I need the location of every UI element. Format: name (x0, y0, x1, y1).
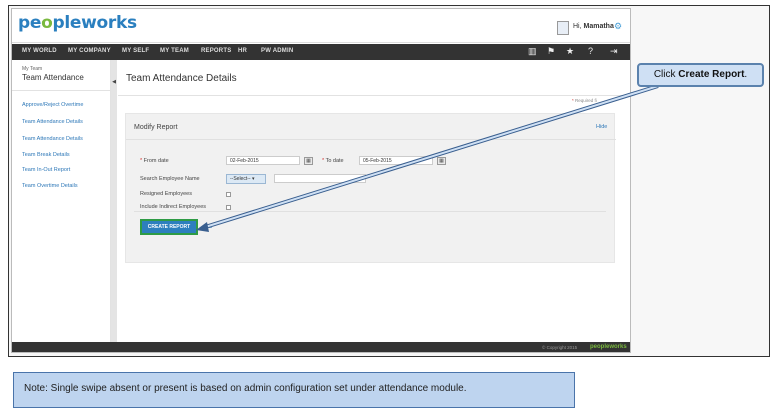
page-title: Team Attendance Details (126, 73, 237, 84)
sidebar-collapse-strip[interactable] (111, 60, 117, 352)
copyright-text: © Copyright 2015 (542, 345, 578, 350)
employee-select-value: --Select-- (230, 176, 251, 182)
from-date-label-text: From date (143, 158, 169, 164)
instruction-callout: Click Create Report. (637, 63, 764, 87)
sidebar-item-team-in-out-report[interactable]: Team In-Out Report (22, 167, 70, 173)
greeting-prefix: Hi, (573, 23, 584, 30)
callout-suffix: . (744, 69, 748, 80)
resigned-employees-checkbox[interactable] (226, 192, 231, 197)
main-nav: MY WORLD MY COMPANY MY SELF MY TEAM REPO… (12, 44, 630, 60)
required-note-text: Required fi (575, 98, 597, 103)
include-indirect-checkbox[interactable] (226, 205, 231, 210)
sidebar-title: Team Attendance (22, 73, 84, 82)
logo-text-prefix: pe (18, 13, 42, 33)
nav-pw-admin[interactable]: PW ADMIN (261, 48, 293, 54)
help-icon[interactable]: ? (588, 46, 593, 56)
footer: © Copyright 2015 peopleworks (12, 342, 630, 352)
user-name: Mamatha (583, 23, 614, 30)
pin-icon[interactable]: ⚑ (547, 46, 555, 57)
sidebar-item-team-attendance-details-2[interactable]: Team Attendance Details (22, 136, 83, 142)
nav-reports[interactable]: REPORTS (201, 48, 231, 54)
user-greeting: Hi, Mamatha (573, 23, 614, 30)
to-date-label-text: To date (325, 158, 344, 164)
nav-my-company[interactable]: MY COMPANY (68, 48, 111, 54)
peopleworks-logo[interactable]: peopleworks (18, 13, 137, 33)
star-icon[interactable]: ★ (566, 46, 574, 57)
to-date-label: * To date (322, 158, 344, 164)
nav-hr[interactable]: HR (238, 48, 247, 54)
panel-title: Modify Report (134, 124, 178, 131)
top-header: peopleworks Hi, Mamatha ⚙ (12, 9, 630, 43)
calendar-icon[interactable]: ▦ (304, 157, 313, 165)
logo-text-o: o (41, 13, 53, 33)
avatar[interactable] (557, 21, 569, 35)
required-fields-note: * Required fi (572, 98, 597, 103)
sidebar-divider (12, 90, 111, 91)
note-box: Note: Single swipe absent or present is … (13, 372, 575, 408)
nav-my-self[interactable]: MY SELF (122, 48, 149, 54)
search-employee-input[interactable] (274, 174, 366, 183)
settings-icon[interactable]: ⚙ (614, 21, 622, 32)
sidebar-section-label: My Team (22, 66, 43, 72)
create-report-button[interactable]: CREATE REPORT (140, 219, 198, 235)
nav-my-world[interactable]: MY WORLD (22, 48, 57, 54)
title-divider (118, 95, 630, 96)
book-icon[interactable]: ▥ (528, 46, 537, 57)
logout-icon[interactable]: ⇥ (610, 46, 618, 57)
hide-link[interactable]: Hide (596, 124, 607, 130)
nav-my-team[interactable]: MY TEAM (160, 48, 189, 54)
panel-divider-bottom (134, 211, 606, 212)
footer-logo: peopleworks (590, 344, 627, 350)
sidebar: My Team Team Attendance Approve/Reject O… (12, 60, 111, 352)
callout-bold: Create Report (678, 69, 745, 80)
clear-link[interactable]: ear (205, 224, 213, 230)
employee-select[interactable]: --Select-- ▾ (226, 174, 266, 184)
panel-divider (126, 139, 616, 140)
from-date-label: * From date (140, 158, 169, 164)
from-date-field[interactable]: 02-Feb-2015 (226, 156, 300, 165)
sidebar-item-team-overtime-details[interactable]: Team Overtime Details (22, 183, 78, 189)
modify-report-panel: Modify Report Hide * From date 02-Feb-20… (125, 113, 616, 263)
callout-prefix: Click (653, 69, 679, 80)
calendar-icon[interactable]: ▦ (437, 157, 446, 165)
sidebar-item-team-break-details[interactable]: Team Break Details (22, 152, 70, 158)
sidebar-item-approve-reject-overtime[interactable]: Approve/Reject Overtime (22, 102, 83, 108)
sidebar-item-team-attendance-details[interactable]: Team Attendance Details (22, 119, 83, 125)
search-employee-label: Search Employee Name (140, 176, 200, 182)
resigned-employees-label: Resigned Employees (140, 191, 192, 197)
app-window: peopleworks Hi, Mamatha ⚙ MY WORLD MY CO… (11, 8, 631, 353)
to-date-field[interactable]: 05-Feb-2015 (359, 156, 433, 165)
logo-text-suffix: pleworks (52, 13, 138, 33)
collapse-arrow-icon[interactable]: ◀ (111, 79, 117, 85)
dropdown-icon: ▾ (251, 176, 255, 182)
include-indirect-label: Include Indirect Employees (140, 204, 207, 210)
